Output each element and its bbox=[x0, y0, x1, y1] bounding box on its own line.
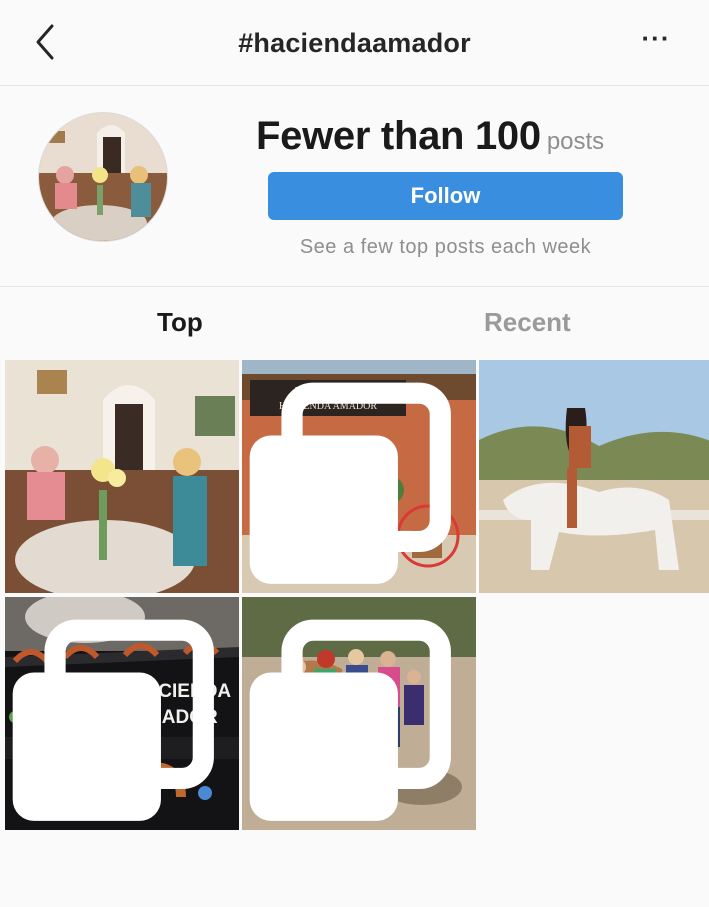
hashtag-avatar[interactable] bbox=[38, 112, 168, 242]
post-count: Fewer than 100 posts bbox=[256, 114, 604, 159]
hashtag-header: Fewer than 100 posts Follow See a few top… bbox=[0, 86, 709, 286]
post-tile-2[interactable]: WELCOME TO HACIENDA AMADOR bbox=[242, 360, 476, 593]
follow-subtext: See a few top posts each week bbox=[299, 236, 592, 258]
post-tile-3[interactable] bbox=[479, 360, 709, 593]
follow-button[interactable]: Follow bbox=[268, 172, 623, 220]
post-tile-1[interactable] bbox=[5, 360, 239, 593]
tab-top[interactable]: Top bbox=[157, 307, 203, 338]
more-options-button[interactable]: ··· bbox=[639, 25, 673, 58]
avatar-image bbox=[39, 113, 167, 241]
page-title: #haciendaamador bbox=[238, 28, 471, 58]
multiple-posts-icon bbox=[249, 619, 451, 821]
multiple-posts-icon bbox=[249, 382, 451, 584]
post-count-suffix: posts bbox=[546, 128, 605, 155]
multiple-posts-icon bbox=[12, 619, 214, 821]
tab-recent[interactable]: Recent bbox=[484, 307, 571, 338]
post-image-1 bbox=[5, 360, 239, 593]
post-tile-5[interactable] bbox=[242, 597, 476, 830]
feed-tabs: Top Recent bbox=[0, 286, 709, 358]
top-bar: #haciendaamador ··· bbox=[0, 0, 709, 86]
post-image-3 bbox=[479, 360, 709, 593]
post-count-value: Fewer than 100 bbox=[256, 114, 541, 158]
post-tile-4[interactable]: HACIENDA AMADOR bbox=[5, 597, 239, 830]
